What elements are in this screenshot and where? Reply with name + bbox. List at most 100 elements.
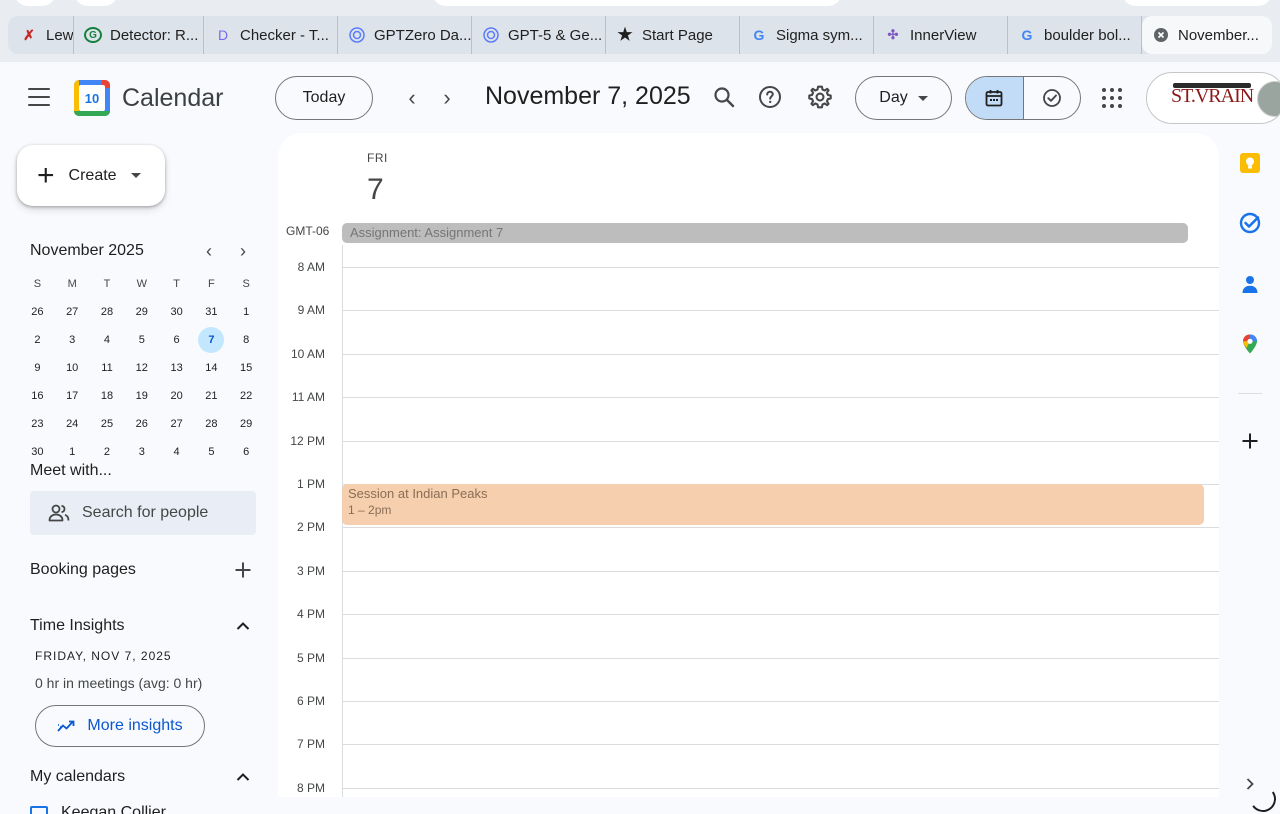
toolbar-button-back[interactable] — [14, 0, 56, 6]
mini-calendar-day[interactable]: 4 — [90, 326, 125, 354]
mini-calendar-day[interactable]: 27 — [55, 298, 90, 326]
hour-row[interactable]: 3 PM — [278, 564, 1219, 578]
contacts-icon[interactable] — [1238, 272, 1262, 296]
calendar-checkbox[interactable] — [30, 806, 48, 814]
browser-tab[interactable]: ★ Start Page — [606, 16, 740, 54]
mini-calendar-day[interactable]: 4 — [159, 438, 194, 466]
booking-pages-heading[interactable]: Booking pages — [30, 561, 136, 579]
hour-row[interactable]: 7 PM — [278, 737, 1219, 751]
hour-row[interactable]: 5 PM — [278, 651, 1219, 665]
mini-calendar-day[interactable]: 18 — [90, 382, 125, 410]
mini-calendar-day[interactable]: 31 — [194, 298, 229, 326]
mini-calendar-day[interactable]: 10 — [55, 354, 90, 382]
mini-calendar-day[interactable]: 26 — [124, 410, 159, 438]
mini-calendar-day[interactable]: 19 — [124, 382, 159, 410]
account-switcher[interactable]: ST.VRAIN — [1146, 72, 1280, 124]
mini-calendar-day[interactable]: 15 — [229, 354, 264, 382]
browser-tab[interactable]: G Sigma sym... — [740, 16, 874, 54]
mini-calendar-day[interactable]: 22 — [229, 382, 264, 410]
chevron-up-icon[interactable] — [232, 766, 254, 788]
add-booking-page-icon[interactable] — [232, 559, 254, 581]
mini-calendar-day[interactable]: 3 — [55, 326, 90, 354]
calendar-view-toggle[interactable] — [966, 77, 1024, 119]
mini-calendar-day[interactable]: 17 — [55, 382, 90, 410]
mini-calendar-day[interactable]: 26 — [20, 298, 55, 326]
hour-row[interactable]: 11 AM — [278, 390, 1219, 404]
browser-tab[interactable]: GPTZero Da... — [338, 16, 472, 54]
calendar-event[interactable]: Session at Indian Peaks 1 – 2pm — [342, 484, 1204, 525]
mini-calendar-day[interactable]: 14 — [194, 354, 229, 382]
main-menu-icon[interactable] — [28, 88, 50, 106]
maps-icon[interactable] — [1238, 332, 1262, 356]
add-addon-icon[interactable] — [1238, 429, 1262, 453]
my-calendars-heading[interactable]: My calendars — [30, 768, 125, 786]
all-day-event[interactable]: Assignment: Assignment 7 — [342, 223, 1188, 243]
hour-row[interactable]: 9 AM — [278, 303, 1219, 317]
mini-calendar-day[interactable]: 30 — [159, 298, 194, 326]
today-button[interactable]: Today — [275, 76, 373, 120]
calendar-logo-icon[interactable]: 10 — [74, 80, 110, 116]
hour-row[interactable]: 8 PM — [278, 781, 1219, 795]
browser-tab[interactable]: G Detector: R... — [74, 16, 204, 54]
mini-calendar-day[interactable]: 21 — [194, 382, 229, 410]
time-insights-heading[interactable]: Time Insights — [30, 617, 125, 635]
mini-calendar-day[interactable]: 11 — [90, 354, 125, 382]
toolbar-button-profile[interactable] — [1122, 0, 1272, 6]
mini-calendar-day[interactable]: 7 — [194, 326, 229, 354]
mini-calendar-day[interactable]: 16 — [20, 382, 55, 410]
search-icon[interactable] — [709, 82, 739, 112]
mini-calendar-day[interactable]: 25 — [90, 410, 125, 438]
tasks-view-toggle[interactable] — [1024, 77, 1081, 119]
mini-calendar-day[interactable]: 13 — [159, 354, 194, 382]
search-people-input[interactable] — [82, 504, 242, 522]
browser-tab[interactable]: G boulder bol... — [1008, 16, 1142, 54]
mini-calendar-day[interactable]: 5 — [194, 438, 229, 466]
mini-calendar-day[interactable]: 29 — [124, 298, 159, 326]
hour-row[interactable]: 8 AM — [278, 260, 1219, 274]
hour-row[interactable]: 2 PM — [278, 520, 1219, 534]
google-apps-icon[interactable] — [1102, 88, 1122, 108]
previous-day-icon[interactable]: ‹ — [398, 84, 426, 112]
browser-tab-active[interactable]: November... — [1142, 16, 1272, 54]
browser-tab[interactable]: ✗ Lewi — [8, 16, 74, 54]
more-insights-button[interactable]: More insights — [35, 705, 205, 747]
next-day-icon[interactable]: › — [433, 84, 461, 112]
mini-calendar-day[interactable]: 28 — [90, 298, 125, 326]
mini-calendar-day[interactable]: 3 — [124, 438, 159, 466]
tasks-icon[interactable] — [1238, 211, 1262, 235]
day-number[interactable]: 7 — [367, 173, 384, 207]
toolbar-button-forward[interactable] — [74, 0, 118, 6]
hour-row[interactable]: 4 PM — [278, 607, 1219, 621]
mini-calendar-day[interactable]: 20 — [159, 382, 194, 410]
mini-calendar-day[interactable]: 6 — [159, 326, 194, 354]
mini-calendar-day[interactable]: 23 — [20, 410, 55, 438]
close-circle-icon[interactable] — [1152, 26, 1170, 44]
chevron-up-icon[interactable] — [232, 615, 254, 637]
mini-calendar-day[interactable]: 29 — [229, 410, 264, 438]
mini-calendar-day[interactable]: 1 — [229, 298, 264, 326]
settings-gear-icon[interactable] — [805, 82, 835, 112]
mini-next-month-icon[interactable]: › — [240, 241, 246, 262]
mini-calendar-day[interactable]: 27 — [159, 410, 194, 438]
mini-calendar-day[interactable]: 8 — [229, 326, 264, 354]
hour-row[interactable]: 6 PM — [278, 694, 1219, 708]
keep-notes-icon[interactable] — [1238, 151, 1262, 175]
mini-calendar-day[interactable]: 2 — [20, 326, 55, 354]
mini-calendar-day[interactable]: 5 — [124, 326, 159, 354]
view-selector-button[interactable]: Day — [855, 76, 952, 120]
mini-calendar-day[interactable]: 28 — [194, 410, 229, 438]
help-icon[interactable] — [755, 82, 785, 112]
app-title[interactable]: Calendar — [122, 84, 223, 113]
browser-tab[interactable]: GPT-5 & Ge... — [472, 16, 606, 54]
create-button[interactable]: + Create — [17, 145, 165, 206]
address-bar[interactable] — [432, 0, 842, 6]
mini-calendar-day[interactable]: 6 — [229, 438, 264, 466]
browser-tab[interactable]: D Checker - T... — [204, 16, 338, 54]
mini-calendar-day[interactable]: 9 — [20, 354, 55, 382]
browser-tab[interactable]: ✣ InnerView — [874, 16, 1008, 54]
hour-row[interactable]: 12 PM — [278, 434, 1219, 448]
mini-calendar-day[interactable]: 12 — [124, 354, 159, 382]
avatar[interactable] — [1257, 81, 1280, 117]
mini-prev-month-icon[interactable]: ‹ — [206, 241, 212, 262]
hour-row[interactable]: 10 AM — [278, 347, 1219, 361]
